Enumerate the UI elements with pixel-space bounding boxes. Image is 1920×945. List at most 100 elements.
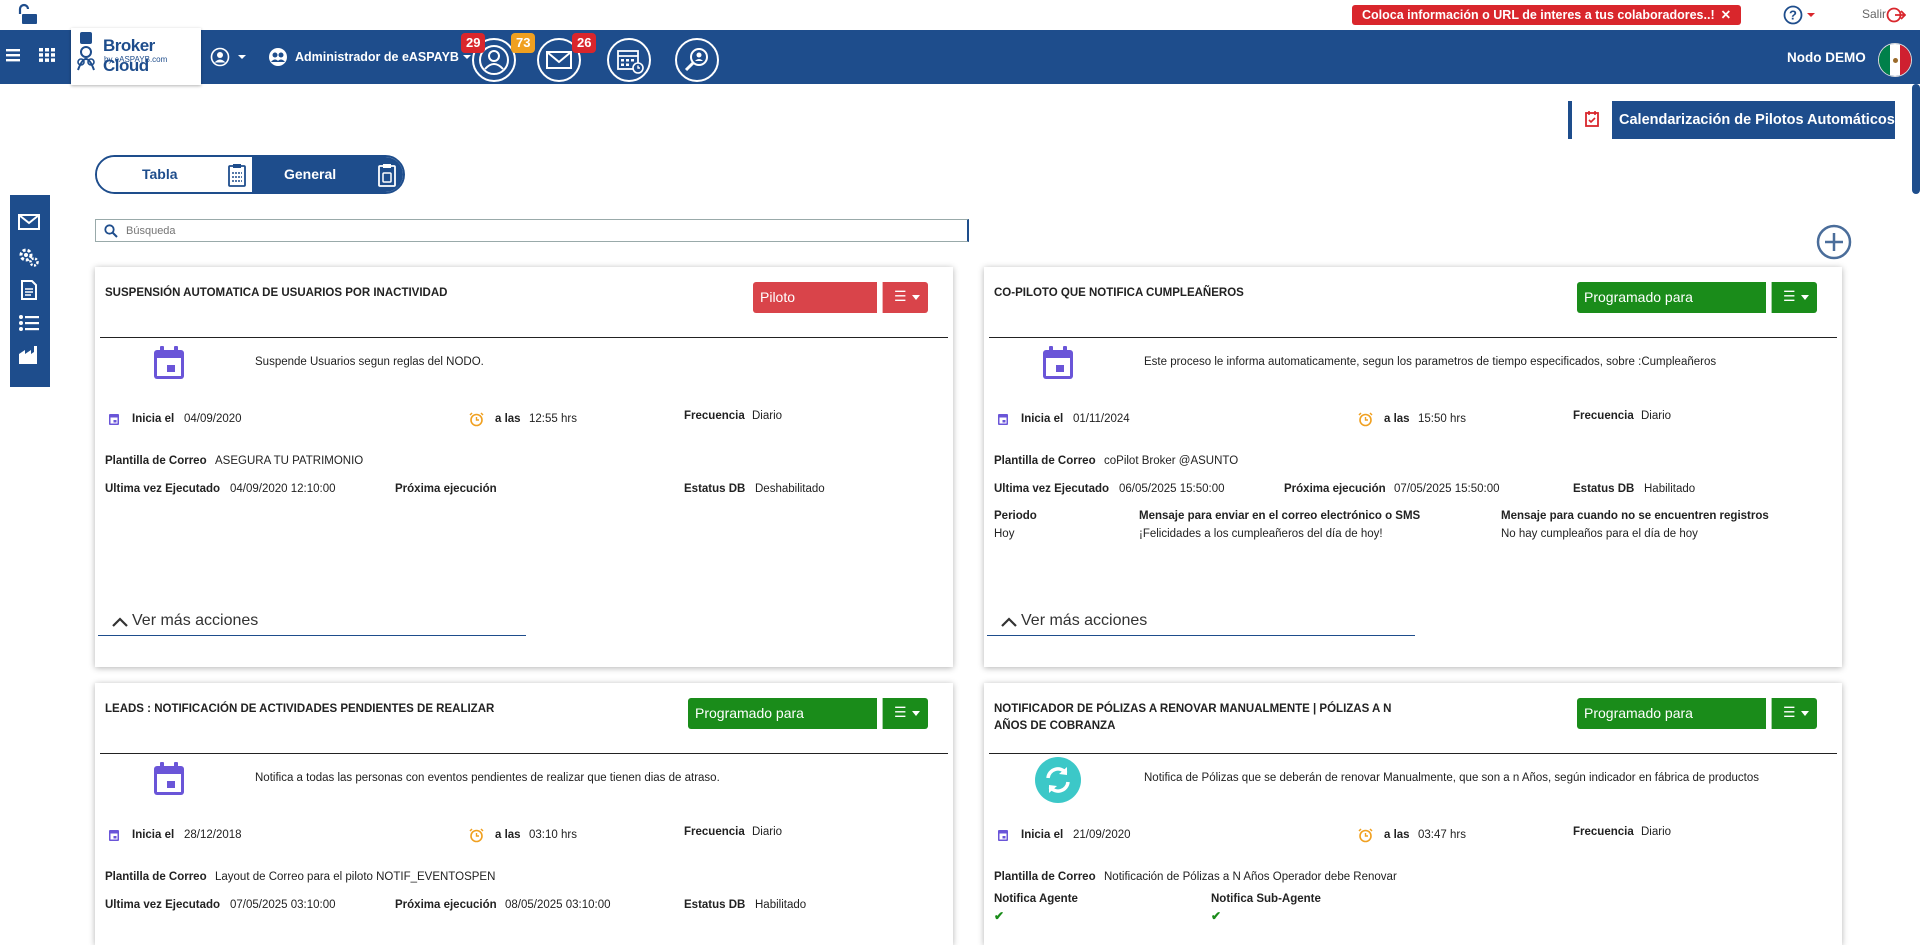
left-quick-sidebar [10,195,50,387]
last-run-label: Ultima vez Ejecutado [994,483,1110,495]
help-icon[interactable]: ? [1783,5,1817,28]
start-time: 15:50 hrs [1418,413,1466,425]
calendar-icon [1041,345,1075,384]
last-run-label: Ultima vez Ejecutado [105,899,221,911]
db-status-value: Deshabilitado [755,483,825,495]
start-label: Inicia el [1021,413,1064,425]
pilot-card: LEADS : NOTIFICACIÓN DE ACTIVIDADES PEND… [95,683,953,945]
user-profile-icon[interactable] [210,47,250,70]
users-count-badge: 29 [461,33,486,53]
alarm-clock-icon [469,412,484,430]
page-scrollbar[interactable] [1912,84,1920,194]
small-calendar-icon [108,412,120,429]
calendar-icon [152,761,186,800]
more-actions-toggle[interactable]: Ver más acciones [98,609,526,636]
tab-general[interactable]: General [252,157,403,192]
logout-icon[interactable] [1886,6,1907,27]
refresh-icon [1034,756,1082,807]
clipboard-list-icon [228,164,246,187]
calendar-icon [152,345,186,384]
start-date: 01/11/2024 [1073,413,1130,425]
admin-group-icon [268,47,288,70]
status-button[interactable]: Programado para Ejecutarse [688,698,877,752]
next-run-label: Próxima ejecución [395,899,497,911]
db-status-label: Estatus DB [684,483,746,495]
actions-dropdown[interactable]: ☰ [1771,282,1817,313]
status-button[interactable]: Piloto Suspendido [753,282,877,336]
status-button[interactable]: Programado para Ejecutarse [1577,282,1766,336]
mexico-flag-icon[interactable] [1878,43,1912,77]
no-records-label: Mensaje para cuando no se encuentren reg… [1501,510,1769,522]
last-run-value: 04/09/2020 12:10:00 [230,483,336,495]
more-actions-toggle[interactable]: Ver más acciones [987,609,1415,636]
admin-dropdown[interactable]: Administrador de eASPAYB [295,50,472,64]
pilot-card: NOTIFICADOR DE PÓLIZAS A RENOVAR MANUALM… [984,683,1842,945]
apps-grid-icon[interactable] [39,48,55,65]
broker-cloud-logo[interactable]: Broker Cloud by eASPAYB.com [71,28,201,85]
view-toggle: Tabla General [95,155,405,194]
template-value: ASEGURA TU PATRIMONIO [215,455,364,467]
frequency-label: Frecuencia [1573,410,1634,422]
next-run-label: Próxima ejecución [1284,483,1386,495]
time-label: a las [495,413,521,425]
node-label: Nodo DEMO [1787,50,1866,65]
logout-link[interactable]: Salir [1862,7,1886,21]
frequency-label: Frecuencia [1573,826,1634,838]
time-label: a las [1384,829,1410,841]
users-notifications-button[interactable]: 29 73 [461,33,536,82]
tab-table[interactable]: Tabla [97,157,252,192]
pilot-description: Suspende Usuarios segun reglas del NODO. [255,356,484,368]
search-input[interactable] [126,223,956,239]
template-value: coPilot Broker @ASUNTO [1104,455,1239,467]
start-date: 28/12/2018 [184,829,242,841]
db-status-value: Habilitado [1644,483,1696,495]
start-label: Inicia el [132,413,175,425]
list-icon[interactable] [18,313,40,336]
small-calendar-icon [997,828,1009,845]
pilot-description: Este proceso le informa automaticamente,… [1144,356,1717,368]
start-label: Inicia el [1021,829,1064,841]
db-status-value: Habilitado [755,899,807,911]
message-value: ¡Felicidades a los cumpleañeros del día … [1139,528,1383,540]
notify-agent-label: Notifica Agente [994,893,1078,905]
actions-dropdown[interactable]: ☰ [1771,698,1817,729]
document-icon[interactable] [18,280,40,303]
template-label: Plantilla de Correo [994,871,1096,883]
last-run-value: 07/05/2025 03:10:00 [230,899,336,911]
db-status-label: Estatus DB [1573,483,1635,495]
clipboard-icon [378,164,396,187]
next-run-label: Próxima ejecución [395,483,497,495]
small-calendar-icon [108,828,120,845]
start-time: 03:47 hrs [1418,829,1466,841]
gears-icon[interactable] [18,247,40,270]
pilot-title: CO-PILOTO QUE NOTIFICA CUMPLEAÑEROS [994,287,1244,299]
small-calendar-icon [997,412,1009,429]
time-label: a las [495,829,521,841]
mail-icon[interactable] [18,213,40,234]
close-icon[interactable]: ✕ [1721,8,1731,22]
unlock-icon[interactable] [18,3,42,28]
promo-banner[interactable]: Coloca información o URL de interes a tu… [1352,5,1742,25]
pilot-title: LEADS : NOTIFICACIÓN DE ACTIVIDADES PEND… [105,703,495,715]
pilot-card: SUSPENSIÓN AUTOMATICA DE USUARIOS POR IN… [95,267,953,667]
tab-general-label: General [284,166,337,182]
hamburger-menu-icon[interactable] [6,48,20,65]
next-run-value: 08/05/2025 03:10:00 [505,899,611,911]
calendar-schedule-button[interactable] [607,38,651,82]
add-pilot-icon[interactable] [1816,224,1852,263]
factory-icon[interactable] [18,345,40,368]
frequency-value: Diario [1641,410,1672,422]
alarm-clock-icon [1358,828,1373,846]
actions-dropdown[interactable]: ☰ [882,698,928,729]
next-run-value: 07/05/2025 15:50:00 [1394,483,1500,495]
start-date: 21/09/2020 [1073,829,1131,841]
template-label: Plantilla de Correo [105,871,207,883]
actions-dropdown[interactable]: ☰ [882,282,928,313]
status-button[interactable]: Programado para Ejecutarse [1577,698,1766,752]
user-search-button[interactable] [675,38,719,82]
no-records-value: No hay cumpleaños para el día de hoy [1501,528,1698,540]
calendar-pilots-button[interactable]: Calendarización de Pilotos Automáticos [1568,101,1895,139]
pilot-title: NOTIFICADOR DE PÓLIZAS A RENOVAR MANUALM… [994,703,1392,732]
notify-subagent-check-icon: ✔ [1211,909,1222,923]
mail-notifications-button[interactable]: 26 [537,33,597,82]
